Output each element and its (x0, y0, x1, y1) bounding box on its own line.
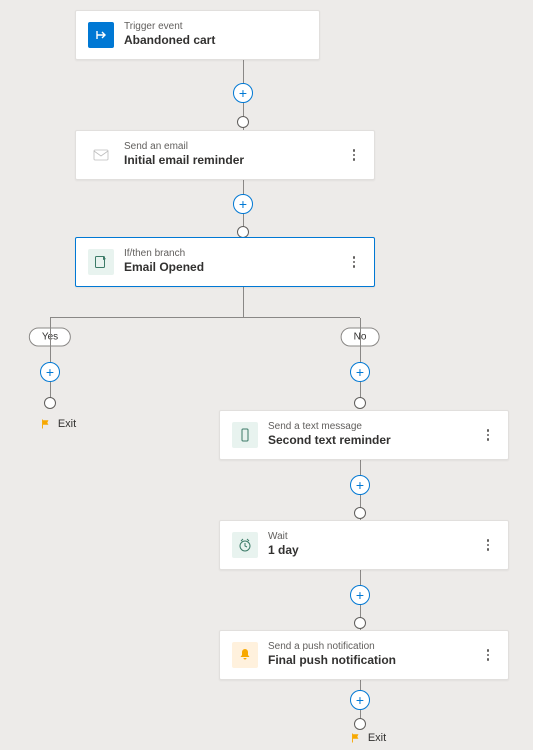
card-title: Email Opened (124, 260, 346, 276)
add-step-button[interactable] (233, 194, 253, 214)
card-type-label: If/then branch (124, 248, 346, 260)
connector-node (44, 397, 56, 409)
exit-label: Exit (368, 732, 386, 744)
card-title: Second text reminder (268, 433, 480, 449)
card-text: Trigger event Abandoned cart (124, 21, 307, 49)
card-type-label: Send a push notification (268, 641, 480, 653)
card-text: Send a text message Second text reminder (268, 421, 480, 449)
email-step-card[interactable]: Send an email Initial email reminder (75, 130, 375, 180)
connector-node (354, 397, 366, 409)
connector-node (354, 507, 366, 519)
sms-step-card[interactable]: Send a text message Second text reminder (219, 410, 509, 460)
card-menu-icon[interactable] (480, 647, 496, 663)
card-text: If/then branch Email Opened (124, 248, 346, 276)
card-title: Final push notification (268, 653, 480, 669)
connector-node (354, 718, 366, 730)
branch-card[interactable]: If/then branch Email Opened (75, 237, 375, 287)
connector-node (237, 116, 249, 128)
clock-icon (232, 532, 258, 558)
card-type-label: Wait (268, 531, 480, 543)
trigger-card[interactable]: Trigger event Abandoned cart (75, 10, 320, 60)
flag-icon (350, 732, 362, 744)
card-title: Abandoned cart (124, 33, 307, 49)
card-menu-icon[interactable] (346, 254, 362, 270)
exit-node: Exit (40, 418, 76, 430)
push-step-card[interactable]: Send a push notification Final push noti… (219, 630, 509, 680)
flag-icon (40, 418, 52, 430)
branch-icon (88, 249, 114, 275)
card-text: Send a push notification Final push noti… (268, 641, 480, 669)
card-title: 1 day (268, 543, 480, 559)
card-text: Wait 1 day (268, 531, 480, 559)
add-step-button[interactable] (350, 475, 370, 495)
connector-line (243, 286, 244, 318)
email-icon (88, 142, 114, 168)
add-step-button[interactable] (233, 83, 253, 103)
connector-node (354, 617, 366, 629)
card-menu-icon[interactable] (346, 147, 362, 163)
card-menu-icon[interactable] (480, 427, 496, 443)
card-title: Initial email reminder (124, 153, 346, 169)
card-type-label: Send an email (124, 141, 346, 153)
add-step-button[interactable] (40, 362, 60, 382)
card-type-label: Trigger event (124, 21, 307, 33)
add-step-button[interactable] (350, 690, 370, 710)
exit-label: Exit (58, 418, 76, 430)
wait-step-card[interactable]: Wait 1 day (219, 520, 509, 570)
bell-icon (232, 642, 258, 668)
add-step-button[interactable] (350, 362, 370, 382)
card-type-label: Send a text message (268, 421, 480, 433)
card-menu-icon[interactable] (480, 537, 496, 553)
connector-line (50, 318, 51, 404)
connector-line (50, 317, 360, 318)
add-step-button[interactable] (350, 585, 370, 605)
phone-icon (232, 422, 258, 448)
exit-node: Exit (350, 732, 386, 744)
card-text: Send an email Initial email reminder (124, 141, 346, 169)
trigger-icon (88, 22, 114, 48)
